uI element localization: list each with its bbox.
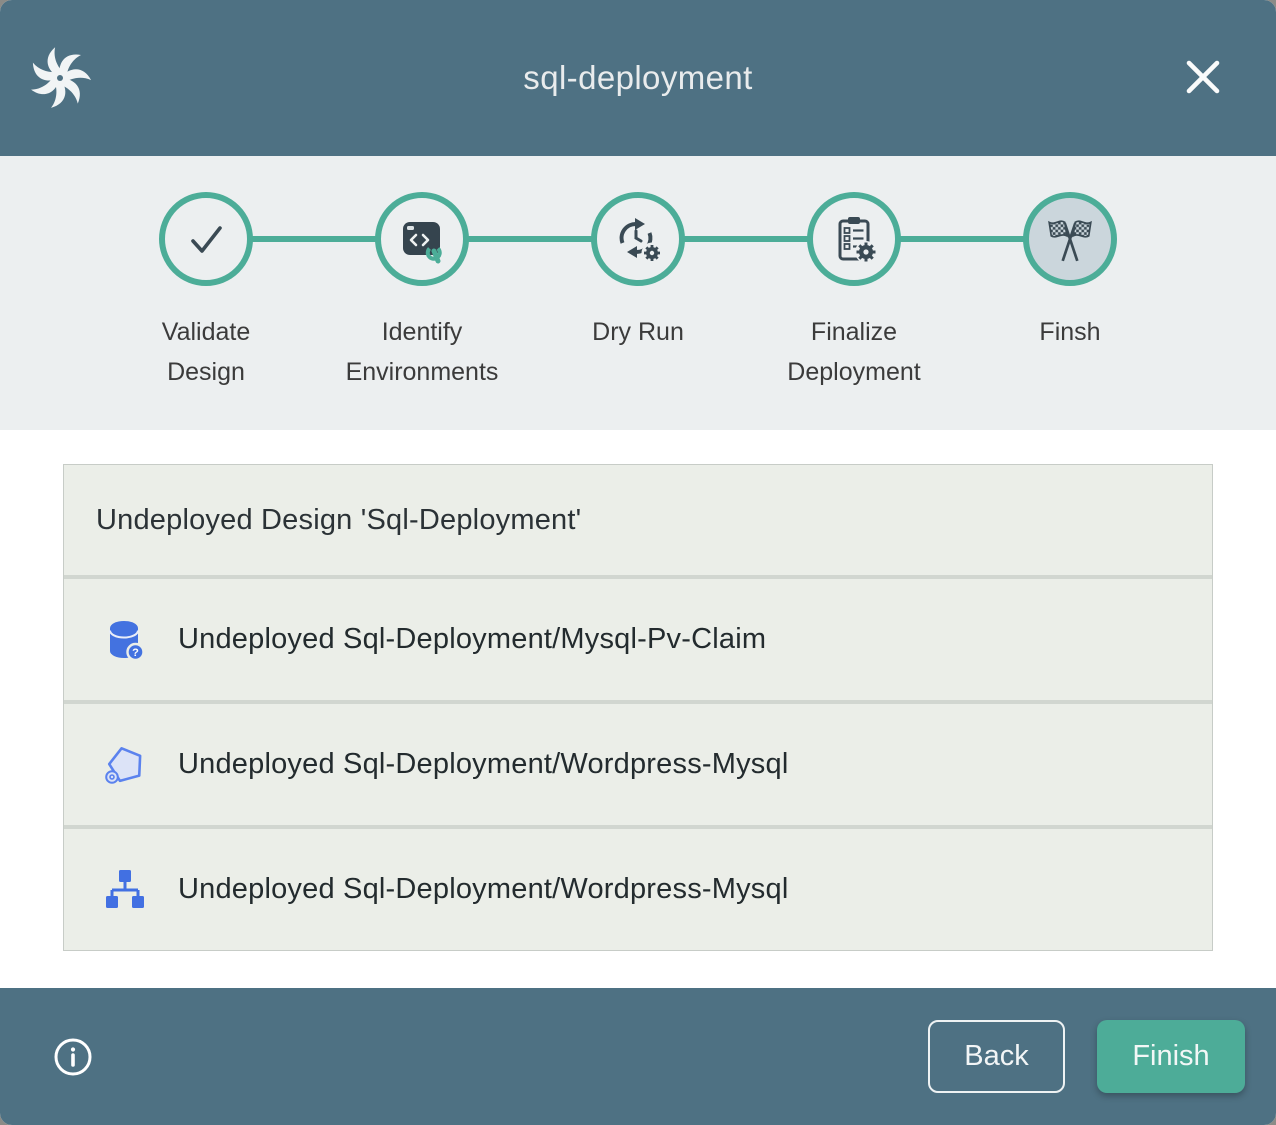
info-icon[interactable] — [52, 1036, 94, 1078]
checkered-flags-icon — [1045, 214, 1095, 264]
check-icon — [180, 213, 232, 265]
result-row-text: Undeployed Sql-Deployment/Wordpress-Mysq… — [178, 873, 788, 906]
result-row-text: Undeployed Sql-Deployment/Mysql-Pv-Claim — [178, 623, 766, 656]
meshery-logo-icon — [28, 46, 92, 110]
hierarchy-icon — [100, 866, 148, 914]
step-finish: Finsh — [962, 192, 1178, 392]
close-icon[interactable] — [1180, 54, 1226, 100]
clipboard-gear-icon — [828, 213, 880, 265]
result-header-text: Undeployed Design 'Sql-Deployment' — [96, 504, 581, 537]
dialog-footer: Back Finish — [0, 988, 1276, 1125]
finish-button[interactable]: Finish — [1097, 1020, 1245, 1093]
result-header-row: Undeployed Design 'Sql-Deployment' — [64, 465, 1212, 575]
step-circle-dry-run[interactable] — [591, 192, 685, 286]
step-circle-finalize-deployment[interactable] — [807, 192, 901, 286]
step-label: Finsh — [989, 312, 1151, 352]
step-identify-environments: Identify Environments — [314, 192, 530, 392]
step-finalize-deployment: Finalize Deployment — [746, 192, 962, 392]
step-validate-design: Validate Design — [98, 192, 314, 392]
step-circle-identify-environments[interactable] — [375, 192, 469, 286]
step-circle-finish[interactable] — [1023, 192, 1117, 286]
step-label: Validate Design — [125, 312, 287, 392]
result-row-wordpress-mysql-hierarchy: Undeployed Sql-Deployment/Wordpress-Mysq… — [64, 829, 1212, 950]
result-row-wordpress-mysql-pod: Undeployed Sql-Deployment/Wordpress-Mysq… — [64, 704, 1212, 825]
dialog-title: sql-deployment — [523, 59, 752, 97]
result-row-mysql-pv-claim: ? Undeployed Sql-Deployment/Mysql-Pv-Cla… — [64, 579, 1212, 700]
step-label: Dry Run — [557, 312, 719, 352]
pod-icon — [100, 741, 148, 789]
undeploy-results-list: Undeployed Design 'Sql-Deployment' ? Und… — [63, 464, 1213, 951]
step-label: Identify Environments — [341, 312, 503, 392]
step-dry-run: Dry Run — [530, 192, 746, 392]
wizard-stepper: Validate Design Ident — [0, 156, 1276, 430]
dialog-header: sql-deployment — [0, 0, 1276, 156]
svg-text:?: ? — [132, 647, 139, 659]
deployment-wizard-dialog: sql-deployment Validate Design — [0, 0, 1276, 1125]
step-label: Finalize Deployment — [773, 312, 935, 392]
result-row-text: Undeployed Sql-Deployment/Wordpress-Mysq… — [178, 748, 788, 781]
back-button[interactable]: Back — [928, 1020, 1065, 1093]
code-wrench-icon — [396, 213, 448, 265]
step-circle-validate-design[interactable] — [159, 192, 253, 286]
results-panel: Undeployed Design 'Sql-Deployment' ? Und… — [0, 430, 1276, 988]
database-icon: ? — [100, 616, 148, 664]
sync-gear-icon — [612, 213, 664, 265]
